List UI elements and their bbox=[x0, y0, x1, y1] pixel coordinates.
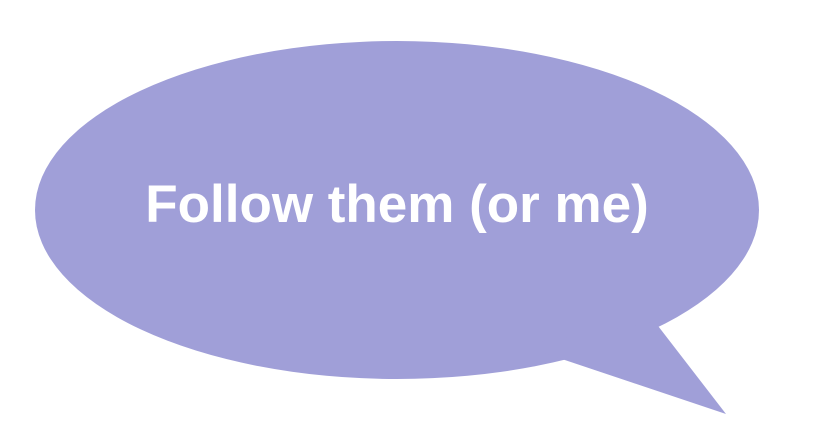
bubble-text: Follow them (or me) bbox=[145, 174, 649, 234]
canvas: Follow them (or me) bbox=[0, 0, 816, 432]
